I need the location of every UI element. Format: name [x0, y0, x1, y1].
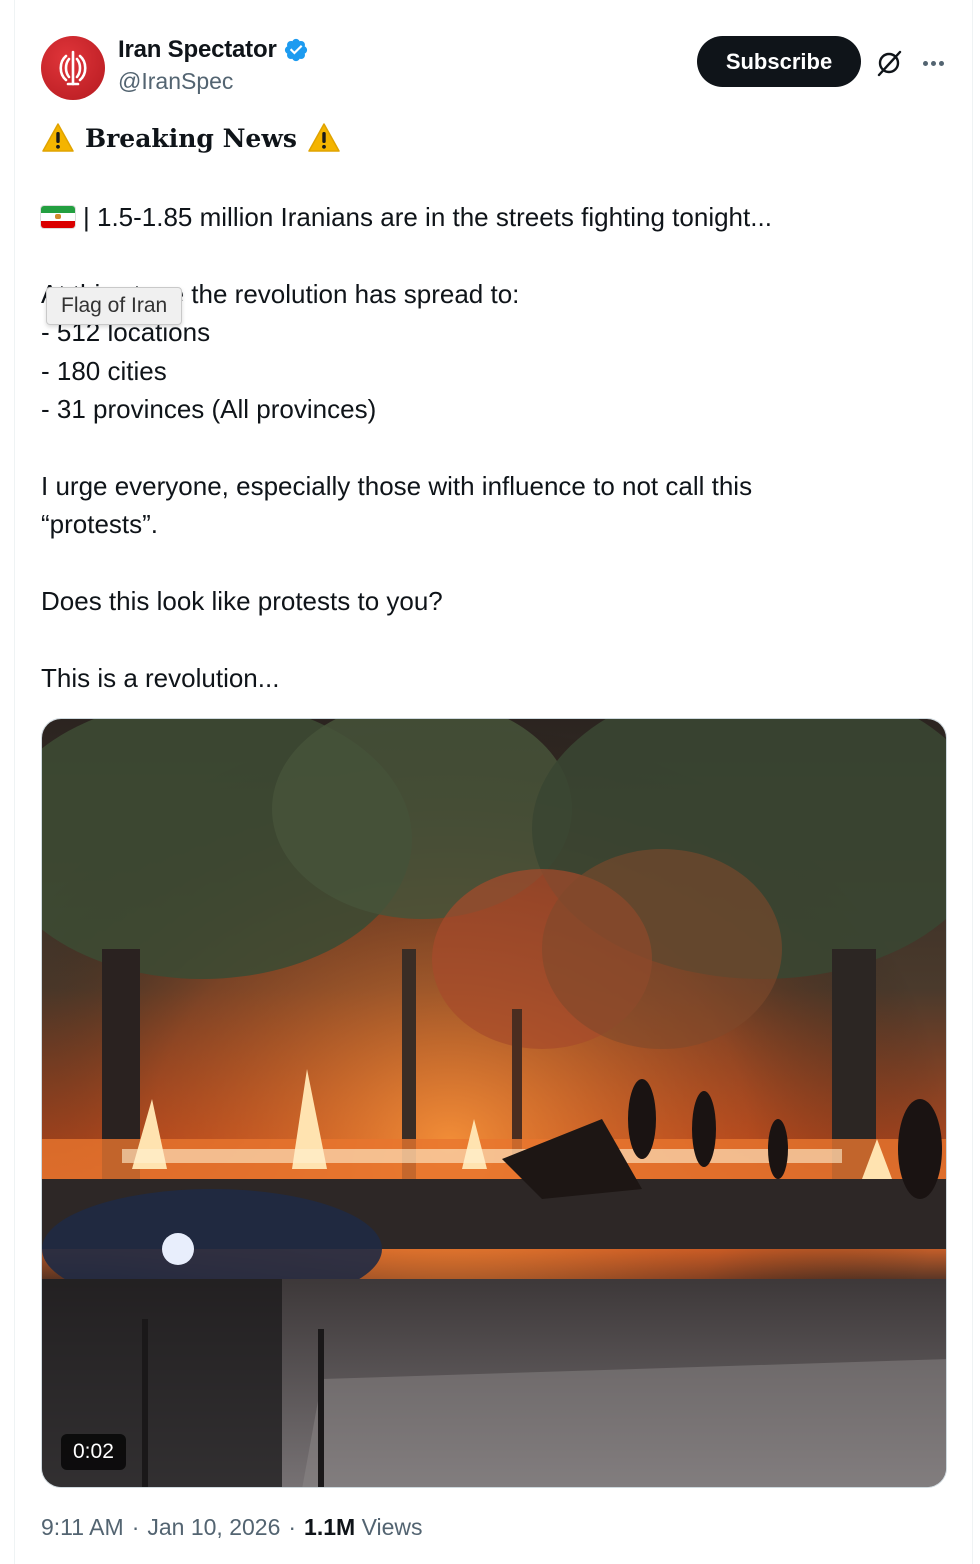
- post-meta: 9:11 AM · Jan 10, 2026 · 1.1M Views: [41, 1514, 423, 1541]
- breaking-news-heading: Breaking News: [41, 122, 341, 154]
- video-duration-badge: 0:02: [61, 1434, 126, 1470]
- headline-text: | 1.5-1.85 million Iranians are in the s…: [83, 202, 772, 232]
- column-border-right: [972, 0, 973, 1564]
- grok-icon[interactable]: [874, 48, 904, 78]
- warning-icon: [308, 123, 340, 152]
- views-count: 1.1M: [304, 1514, 356, 1540]
- video-player[interactable]: [41, 718, 947, 1488]
- video-frame: [42, 719, 946, 1487]
- question-text: Does this look like protests to you?: [41, 586, 443, 616]
- iran-emblem-icon: [59, 50, 87, 86]
- avatar[interactable]: [41, 36, 105, 100]
- headline-line: | 1.5-1.85 million Iranians are in the s…: [41, 198, 772, 236]
- post-time[interactable]: 9:11 AM: [41, 1514, 124, 1541]
- breaking-news-label: Breaking News: [85, 123, 297, 153]
- subscribe-button[interactable]: Subscribe: [697, 36, 861, 87]
- iran-flag-icon[interactable]: [41, 206, 75, 228]
- closing-text: This is a revolution...: [41, 663, 280, 693]
- urge-text-line-1: I urge everyone, especially those with i…: [41, 471, 753, 501]
- urge-text-line-2: “protests”.: [41, 509, 159, 539]
- author-handle[interactable]: @IranSpec: [118, 68, 233, 95]
- author-name-row: Iran Spectator: [118, 36, 309, 64]
- verified-badge-icon[interactable]: [283, 37, 309, 63]
- column-border-left: [14, 0, 15, 1564]
- views-label: Views: [361, 1514, 423, 1540]
- more-options-icon[interactable]: [918, 48, 948, 78]
- author-display-name[interactable]: Iran Spectator: [118, 36, 277, 64]
- meta-separator: ·: [288, 1514, 297, 1540]
- list-item: - 180 cities: [41, 356, 167, 386]
- flag-tooltip: Flag of Iran: [46, 287, 183, 325]
- list-item: - 31 provinces (All provinces): [41, 394, 377, 424]
- warning-icon: [42, 123, 74, 152]
- post-date[interactable]: Jan 10, 2026: [147, 1514, 280, 1541]
- meta-separator: ·: [131, 1514, 140, 1540]
